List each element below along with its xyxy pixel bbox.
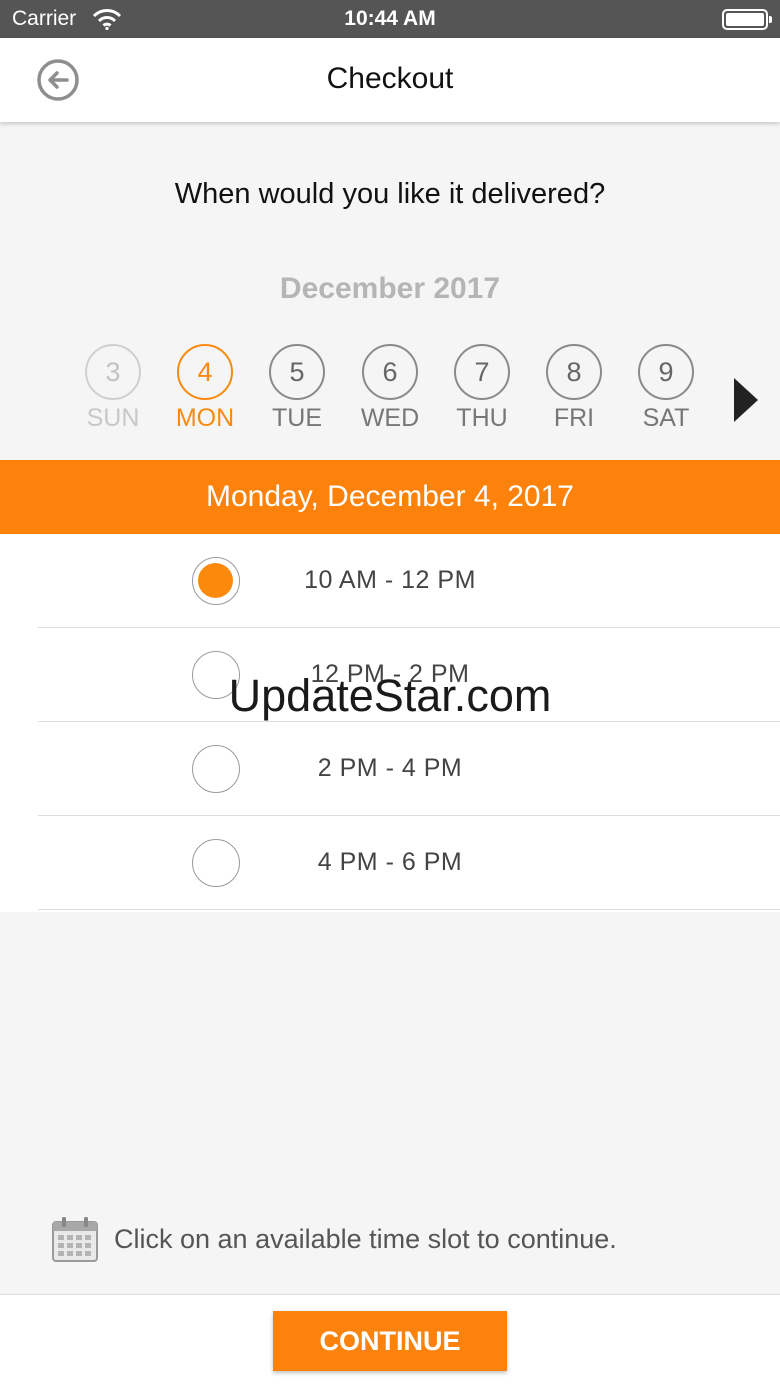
time-slot[interactable]: 12 PM - 2 PM bbox=[0, 628, 780, 722]
day-number: 8 bbox=[546, 344, 602, 400]
time-slot-label: 10 AM - 12 PM bbox=[304, 566, 476, 594]
day-number: 7 bbox=[454, 344, 510, 400]
day-weekday: TUE bbox=[272, 404, 322, 432]
battery-icon bbox=[722, 9, 772, 30]
radio-button[interactable] bbox=[192, 839, 240, 887]
day-item-fri[interactable]: 8 FRI bbox=[534, 340, 614, 440]
hint-text: Click on an available time slot to conti… bbox=[114, 1224, 617, 1254]
time-slot[interactable]: 4 PM - 6 PM bbox=[0, 816, 780, 910]
time-slot-label: 4 PM - 6 PM bbox=[317, 848, 463, 876]
time-slot-label: 12 PM - 2 PM bbox=[310, 660, 470, 688]
day-weekday: SAT bbox=[642, 404, 690, 432]
day-weekday: SUN bbox=[86, 404, 140, 432]
status-bar: Carrier 10:44 AM bbox=[0, 0, 780, 38]
selected-date-banner: Monday, December 4, 2017 bbox=[0, 460, 780, 534]
day-weekday: MON bbox=[175, 404, 235, 432]
calendar-icon bbox=[52, 1217, 98, 1262]
day-weekday: FRI bbox=[553, 404, 595, 432]
radio-button[interactable] bbox=[192, 745, 240, 793]
time-slot[interactable]: 2 PM - 4 PM bbox=[0, 722, 780, 816]
time-slot-list: 10 AM - 12 PM 12 PM - 2 PM 2 PM - 4 PM 4… bbox=[0, 534, 780, 912]
radio-button[interactable] bbox=[192, 557, 240, 605]
time-slot-label: 2 PM - 4 PM bbox=[317, 754, 463, 782]
day-number: 4 bbox=[177, 344, 233, 400]
day-number: 3 bbox=[85, 344, 141, 400]
wifi-icon bbox=[92, 9, 122, 30]
day-item-sat[interactable]: 9 SAT bbox=[626, 340, 706, 440]
triangle-right-icon[interactable] bbox=[728, 372, 764, 428]
day-number: 9 bbox=[638, 344, 694, 400]
time-slot[interactable]: 10 AM - 12 PM bbox=[0, 534, 780, 628]
day-weekday: THU bbox=[456, 404, 508, 432]
day-item-tue[interactable]: 5 TUE bbox=[257, 340, 337, 440]
radio-button[interactable] bbox=[192, 651, 240, 699]
day-weekday: WED bbox=[360, 404, 420, 432]
day-number: 5 bbox=[269, 344, 325, 400]
continue-button[interactable]: CONTINUE bbox=[273, 1311, 507, 1371]
day-item-mon[interactable]: 4 MON bbox=[165, 340, 245, 440]
nav-bar: Checkout bbox=[0, 38, 780, 122]
day-item-wed[interactable]: 6 WED bbox=[350, 340, 430, 440]
footer-bar: CONTINUE bbox=[0, 1294, 780, 1387]
carrier-label: Carrier bbox=[12, 7, 77, 30]
day-item-sun[interactable]: 3 SUN bbox=[73, 340, 153, 440]
day-item-thu[interactable]: 7 THU bbox=[442, 340, 522, 440]
arrow-left-circle-icon[interactable] bbox=[36, 58, 80, 102]
day-number: 6 bbox=[362, 344, 418, 400]
hint-row: Click on an available time slot to conti… bbox=[48, 1210, 748, 1266]
page-title: Checkout bbox=[326, 62, 454, 95]
month-label: December 2017 bbox=[279, 272, 501, 305]
delivery-question: When would you like it delivered? bbox=[174, 178, 606, 210]
day-picker: 3 SUN 4 MON 5 TUE 6 WED 7 THU 8 FRI 9 SA… bbox=[0, 340, 780, 440]
